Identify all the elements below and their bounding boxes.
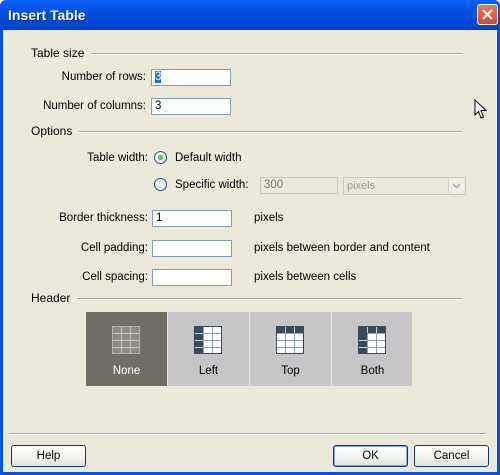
help-button[interactable]: Help: [11, 445, 86, 467]
dropdown-arrow: [448, 179, 464, 193]
table-width-label: Table width:: [87, 152, 148, 164]
section-divider: [79, 131, 463, 133]
section-header: Header: [31, 291, 71, 305]
header-both-label: Both: [360, 365, 385, 377]
header-options: None Left Top Both: [86, 312, 412, 386]
header-left-label: Left: [198, 365, 219, 377]
width-unit-select[interactable]: pixels: [343, 177, 466, 195]
header-both-button[interactable]: Both: [332, 312, 413, 386]
header-top-button[interactable]: Top: [250, 312, 331, 386]
specific-width-radio[interactable]: [154, 178, 167, 191]
footer-divider: [9, 433, 486, 435]
section-divider: [91, 53, 463, 55]
rows-input[interactable]: 3: [151, 69, 231, 86]
section-divider: [77, 298, 463, 300]
close-icon: [482, 9, 493, 20]
spacing-label: Cell spacing:: [82, 271, 148, 283]
padding-unit: pixels between border and content: [254, 242, 430, 254]
spacing-input[interactable]: [152, 269, 232, 286]
columns-input[interactable]: 3: [151, 98, 231, 115]
rows-value: 3: [155, 71, 162, 83]
table-header-top-icon: [276, 326, 304, 354]
radio-selected-dot: [158, 155, 163, 160]
header-none-label: None: [112, 365, 141, 377]
rows-label: Number of rows:: [61, 71, 146, 83]
border-unit: pixels: [254, 212, 284, 224]
header-left-button[interactable]: Left: [168, 312, 249, 386]
section-table-size: Table size: [31, 46, 85, 60]
default-width-radio[interactable]: [154, 151, 167, 164]
chevron-down-icon: [452, 183, 461, 189]
table-header-left-icon: [194, 326, 222, 354]
table-header-none-icon: [112, 326, 140, 354]
header-top-label: Top: [281, 365, 300, 377]
specific-width-input[interactable]: 300: [260, 177, 338, 194]
border-label: Border thickness:: [59, 212, 148, 224]
padding-input[interactable]: [152, 240, 232, 257]
border-input[interactable]: 1: [152, 210, 232, 227]
title-bar[interactable]: Insert Table: [0, 0, 500, 30]
padding-label: Cell padding:: [80, 242, 148, 254]
ok-button[interactable]: OK: [333, 445, 408, 467]
default-width-label: Default width: [175, 152, 242, 164]
width-unit-value: pixels: [347, 180, 376, 192]
specific-width-label: Specific width:: [175, 179, 249, 191]
cancel-button[interactable]: Cancel: [414, 445, 489, 467]
close-button[interactable]: [477, 4, 498, 25]
columns-label: Number of columns:: [43, 100, 146, 112]
mouse-cursor-icon: [474, 99, 487, 119]
section-options: Options: [31, 124, 73, 138]
header-none-button[interactable]: None: [86, 312, 167, 386]
spacing-unit: pixels between cells: [254, 271, 357, 283]
dialog-title: Insert Table: [8, 7, 86, 23]
table-header-both-icon: [358, 326, 386, 354]
